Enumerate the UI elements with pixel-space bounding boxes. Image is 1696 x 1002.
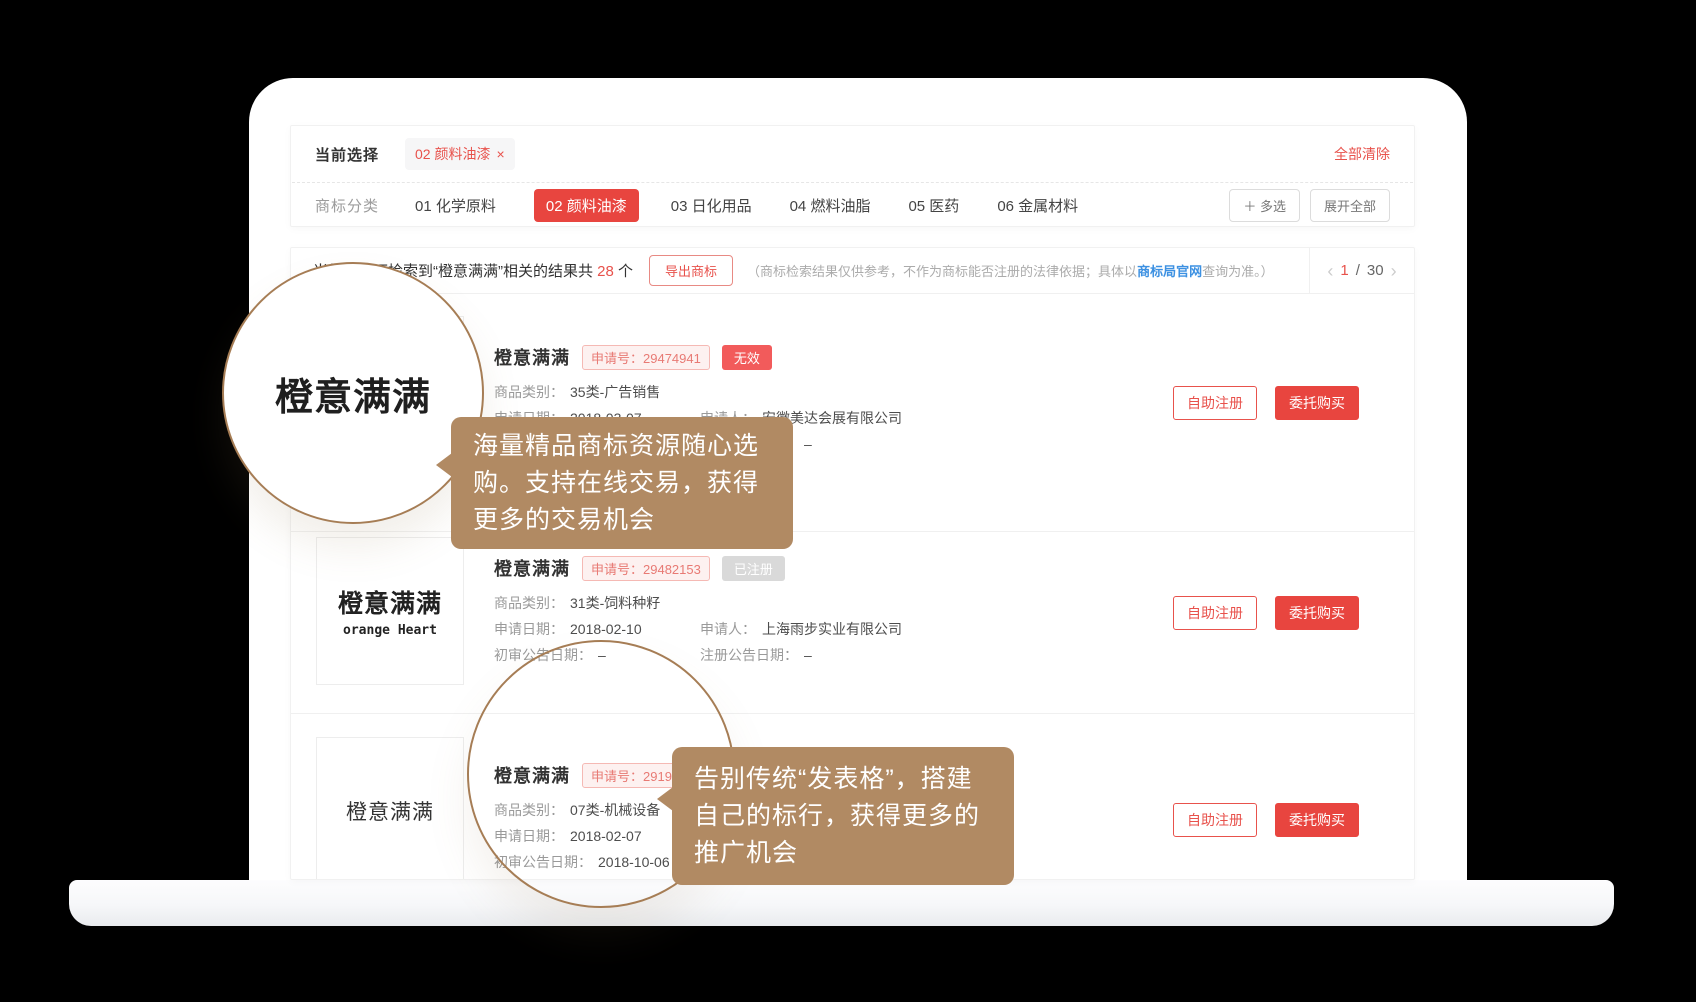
trademark-image-2[interactable]: 橙意满满 orange Heart <box>316 537 464 685</box>
page-background: 当前选择 02 颜料油漆 × 全部清除 商标分类 01 化学原料 02 颜料油漆… <box>0 0 1696 1002</box>
magnifier-circle-top: 橙意满满 <box>222 262 484 524</box>
tooltip-arrow-icon <box>657 787 673 811</box>
category-item-04[interactable]: 04 燃料油脂 <box>790 195 871 216</box>
trademark-image-3[interactable]: 橙意满满 <box>316 737 464 880</box>
trademark-office-link[interactable]: 商标局官网 <box>1137 264 1202 279</box>
clear-all-button[interactable]: 全部清除 <box>1334 144 1390 164</box>
category-item-02-selected[interactable]: 02 颜料油漆 <box>534 189 639 222</box>
trademark-image-subtext: orange Heart <box>343 623 437 638</box>
trademark-name[interactable]: 橙意满满 <box>494 555 570 581</box>
self-register-button[interactable]: 自助注册 <box>1173 803 1257 837</box>
trademark-name[interactable]: 橙意满满 <box>494 344 570 370</box>
magnified-trademark-text: 橙意满满 <box>275 366 431 421</box>
self-register-button[interactable]: 自助注册 <box>1173 386 1257 420</box>
entrust-buy-button[interactable]: 委托购买 <box>1275 386 1359 420</box>
category-item-05[interactable]: 05 医药 <box>908 195 959 216</box>
laptop-base <box>69 880 1614 926</box>
total-pages: 30 <box>1367 262 1384 279</box>
prev-page-icon[interactable]: ‹ <box>1327 262 1333 280</box>
entrust-buy-button[interactable]: 委托购买 <box>1275 803 1359 837</box>
category-row: 商标分类 01 化学原料 02 颜料油漆 03 日化用品 04 燃料油脂 05 … <box>291 183 1414 228</box>
results-header: 当前分类下检索到“橙意满满”相关的结果共 28 个 导出商标 （商标检索结果仅供… <box>291 248 1414 294</box>
page-separator: / <box>1356 262 1360 279</box>
current-selection-row: 当前选择 02 颜料油漆 × 全部清除 <box>291 126 1414 182</box>
result-row-2: 橙意满满 orange Heart 橙意满满 申请号：29482153 已注册 … <box>291 531 1414 713</box>
selected-filter-tag[interactable]: 02 颜料油漆 × <box>405 138 515 170</box>
current-selection-label: 当前选择 <box>315 144 379 165</box>
next-page-icon[interactable]: › <box>1391 262 1397 280</box>
pagination: ‹ 1 / 30 › <box>1309 248 1414 293</box>
results-count: 28 <box>597 263 614 280</box>
application-number-badge: 申请号：29482153 <box>582 556 710 581</box>
results-disclaimer: （商标检索结果仅供参考，不作为商标能否注册的法律依据；具体以商标局官网查询为准。… <box>747 261 1274 280</box>
category-item-01[interactable]: 01 化学原料 <box>415 195 496 216</box>
category-item-06[interactable]: 06 金属材料 <box>997 195 1078 216</box>
self-register-button[interactable]: 自助注册 <box>1173 596 1257 630</box>
application-number-badge: 申请号：29474941 <box>582 345 710 370</box>
category-row-label: 商标分类 <box>315 195 379 216</box>
current-page: 1 <box>1340 262 1348 279</box>
tooltip-arrow-icon <box>436 453 452 477</box>
tooltip-promotion: 告别传统“发表格”，搭建 自己的标行，获得更多的 推广机会 <box>672 747 1014 885</box>
expand-all-button[interactable]: 展开全部 <box>1310 189 1390 222</box>
status-badge-registered: 已注册 <box>722 556 785 581</box>
entrust-buy-button[interactable]: 委托购买 <box>1275 596 1359 630</box>
export-trademarks-button[interactable]: 导出商标 <box>649 255 733 286</box>
remove-tag-icon[interactable]: × <box>496 146 504 162</box>
category-item-03[interactable]: 03 日化用品 <box>671 195 752 216</box>
tooltip-marketplace: 海量精品商标资源随心选 购。支持在线交易，获得 更多的交易机会 <box>451 417 793 549</box>
status-badge-invalid: 无效 <box>722 345 772 370</box>
selected-filter-tag-text: 02 颜料油漆 <box>415 144 490 164</box>
filter-card: 当前选择 02 颜料油漆 × 全部清除 商标分类 01 化学原料 02 颜料油漆… <box>290 125 1415 227</box>
multi-select-button[interactable]: ＋ 多选 <box>1229 189 1300 222</box>
